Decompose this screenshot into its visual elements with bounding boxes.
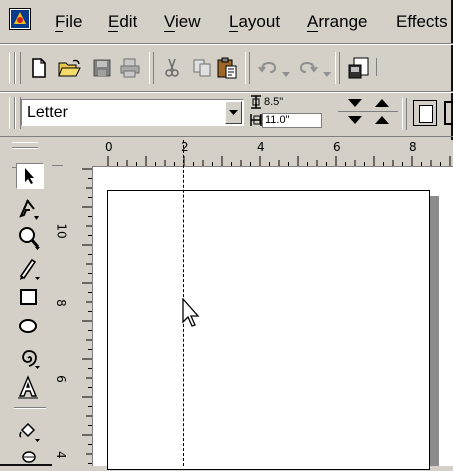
more-tools-icon[interactable] [20,449,38,471]
page-height-icon [250,113,262,132]
chevron-down-icon[interactable] [225,101,242,124]
menu-arrange[interactable]: Arrange [307,12,367,32]
drawing-page[interactable] [107,190,430,470]
cut-icon[interactable] [160,56,184,80]
print-icon[interactable] [118,56,142,80]
toolbar-separator [402,98,407,130]
width-spinner[interactable] [342,96,395,111]
vertical-ruler[interactable]: 10 8 6 4 [52,166,93,466]
toolbox-grip-line [12,148,38,149]
ruler-label: 0 [105,140,113,154]
paper-size-select[interactable]: Letter [21,99,244,126]
page-width-icon [250,95,262,114]
page-width-field[interactable]: 8.5" [262,96,322,111]
mnemonic-underline [55,31,63,32]
spin-down-icon[interactable] [348,116,363,125]
toolbar-grip[interactable] [15,52,21,84]
freehand-tool-icon[interactable] [16,256,42,282]
import-icon[interactable] [347,56,371,80]
save-icon[interactable] [90,56,114,80]
vertical-ruler-ticks [82,168,92,464]
open-icon[interactable] [58,56,82,80]
ruler-label: 8 [409,140,417,154]
page-shadow [430,196,439,466]
standard-toolbar [0,46,453,90]
horizontal-ruler[interactable]: 0 2 4 6 8 [63,140,453,167]
spin-up-icon[interactable] [374,116,389,125]
height-spinner[interactable] [342,113,395,128]
toolbar-separator [245,52,250,84]
spin-up-icon[interactable] [374,99,389,108]
redo-icon[interactable] [296,56,320,80]
mnemonic-underline [164,31,175,32]
text-tool-icon[interactable] [16,374,42,400]
portrait-icon [419,105,433,123]
spin-down-icon[interactable] [348,99,363,108]
landscape-button[interactable] [444,101,453,125]
rectangle-tool-icon[interactable] [16,284,42,310]
redo-dropdown-icon[interactable] [323,65,331,83]
zoom-tool-icon[interactable] [16,225,42,251]
toolbar-separator [149,52,154,84]
new-icon[interactable] [27,56,51,80]
ruler-label: 4 [257,140,265,154]
undo-dropdown-icon[interactable] [282,65,290,83]
menu-layout[interactable]: Layout [229,12,280,32]
mouse-pointer-icon [182,297,200,333]
divider [338,111,398,112]
pick-tool-button[interactable] [16,163,44,189]
toolbar-edge [376,58,381,76]
page-height-field[interactable]: 11.0" [262,113,322,128]
ruler-label: 8 [53,299,68,307]
mnemonic-underline [108,31,118,32]
menu-file[interactable]: File [55,12,82,32]
ruler-label: 4 [53,451,68,459]
paper-size-value: Letter [27,104,68,121]
menu-view[interactable]: View [164,12,201,32]
divider [0,44,453,45]
toolbar-separator [335,52,340,84]
portrait-button[interactable] [413,100,437,126]
undo-icon[interactable] [256,56,280,80]
shape-tool-icon[interactable] [16,196,42,222]
ruler-label: 6 [333,140,341,154]
coreldraw-app-icon[interactable] [9,8,31,30]
ellipse-tool-icon[interactable] [16,313,42,339]
menu-edit[interactable]: Edit [108,12,137,32]
copy-icon[interactable] [190,56,214,80]
menu-effects[interactable]: Effects [396,12,448,32]
mnemonic-underline [229,31,238,32]
divider [0,136,453,137]
paste-icon[interactable] [215,56,239,80]
spiral-tool-icon[interactable] [16,345,42,371]
pick-tool-icon [25,168,34,184]
ruler-label: 6 [53,375,68,383]
ruler-label: 10 [54,223,69,239]
mnemonic-underline [307,31,318,32]
fill-tool-icon[interactable] [16,420,42,446]
menu-bar: File Edit View Layout Arrange Effects [0,0,453,40]
divider [14,408,46,409]
